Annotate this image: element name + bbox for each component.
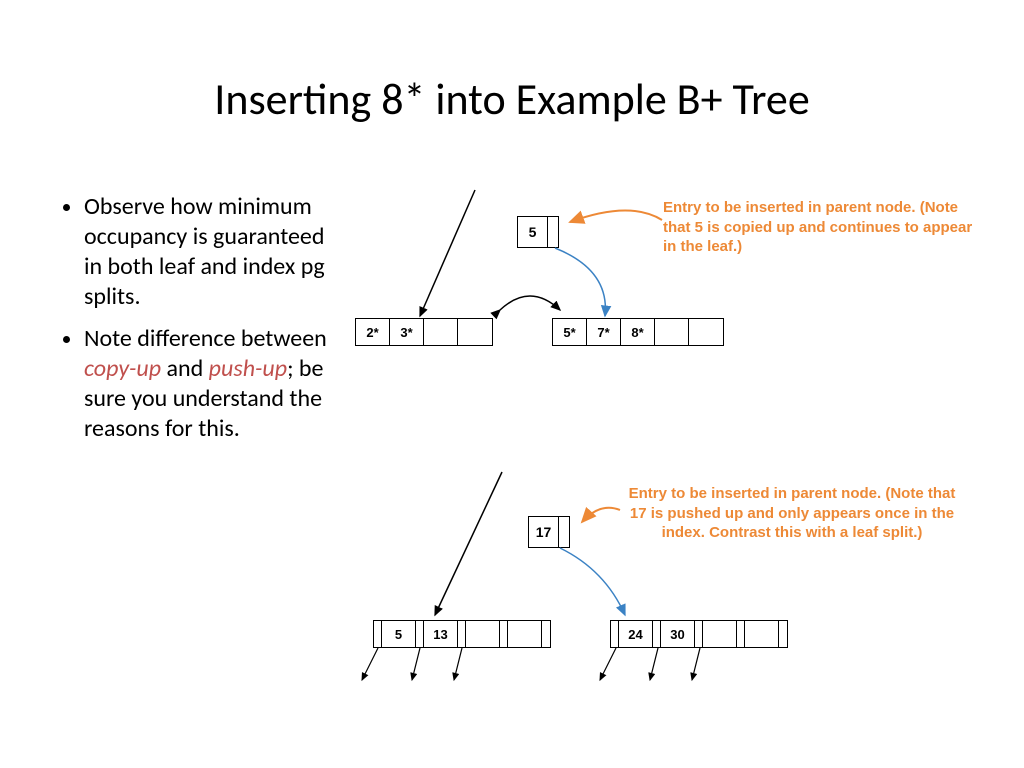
index-right-2: 24 30 [610,620,788,648]
parent-key-1: 5 [518,217,548,247]
pointer-arrow-icon [412,648,420,680]
index-cell [508,621,542,647]
annotation-2: Entry to be inserted in parent node. (No… [622,484,962,543]
slide-title: Inserting 8* into Example B+ Tree [0,72,1024,126]
parent-node-1: 5 [517,216,559,248]
leaf-cell [655,319,689,345]
leaf-cell: 8* [621,319,655,345]
bullet-item-1: Observe how minimum occupancy is guarant… [84,192,340,312]
double-arrow-icon [500,296,560,310]
arrow-icon [435,472,502,615]
index-cell: 24 [619,621,653,647]
leaf-cell: 2* [356,319,390,345]
arrow-blue-icon [555,248,605,316]
parent-key-2: 17 [529,517,559,547]
pointer-arrow-icon [600,648,616,680]
arrow-blue-icon [560,548,625,615]
pointer-arrow-icon [692,648,700,680]
bullet-list: Observe how minimum occupancy is guarant… [60,192,340,456]
parent-node-2: 17 [528,516,570,548]
leaf-cell: 5* [553,319,587,345]
index-cell [466,621,500,647]
term-push-up: push-up [209,354,287,383]
leaf-cell [458,319,492,345]
annotation-1: Entry to be inserted in parent node. (No… [663,198,983,257]
arrow-orange-icon [582,508,620,522]
index-cell: 30 [661,621,695,647]
pointer-arrow-icon [362,648,378,680]
pointer-arrow-icon [650,648,658,680]
leaf-cell: 3* [390,319,424,345]
leaf-right-1: 5* 7* 8* [552,318,724,346]
arrow-icon [420,190,475,316]
term-copy-up: copy-up [84,354,161,383]
index-cell [703,621,737,647]
index-left-2: 5 13 [373,620,551,648]
pointer-arrow-icon [454,648,462,680]
arrow-orange-icon [570,210,662,222]
leaf-cell [689,319,723,345]
index-cell: 13 [424,621,458,647]
leaf-left-1: 2* 3* [355,318,493,346]
leaf-cell: 7* [587,319,621,345]
leaf-cell [424,319,458,345]
index-cell: 5 [382,621,416,647]
bullet-item-2: Note difference between copy-up and push… [84,324,340,444]
index-cell [745,621,779,647]
